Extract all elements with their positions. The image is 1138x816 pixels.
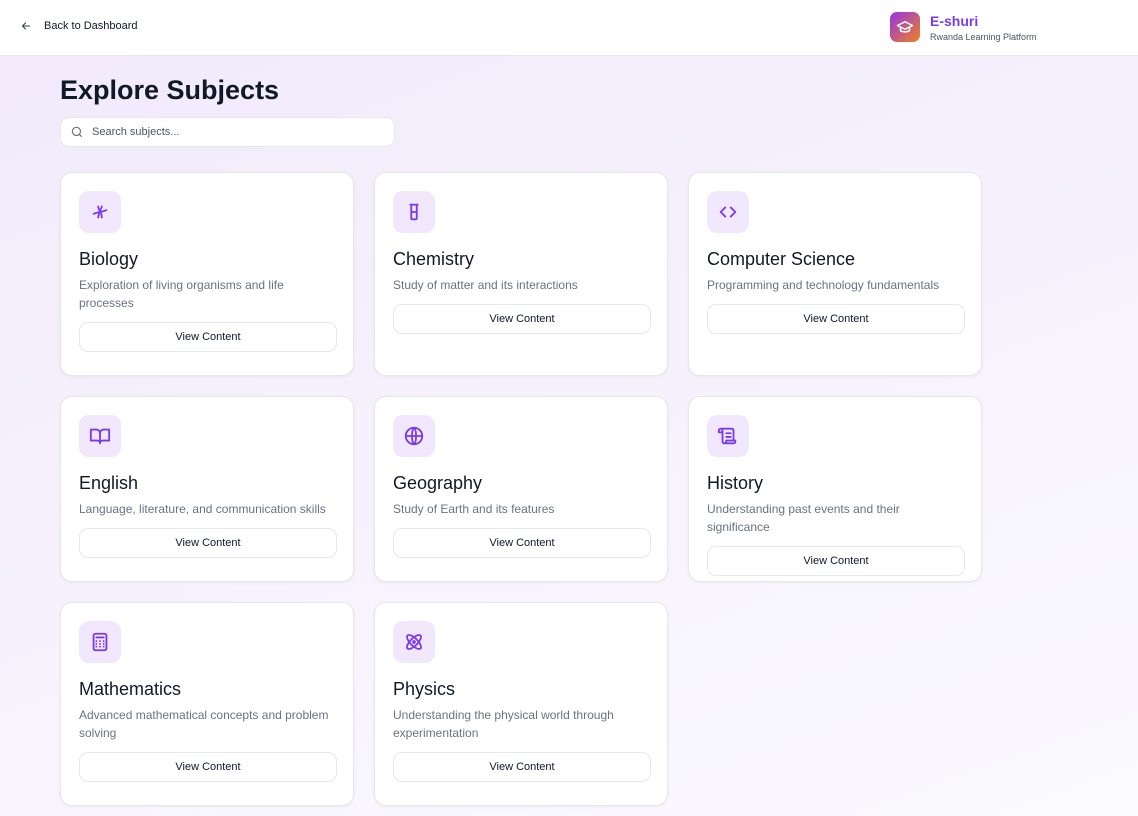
- view-content-button[interactable]: View Content: [707, 304, 965, 334]
- top-header: Back to Dashboard E-shuri Rwanda Learnin…: [0, 0, 1138, 56]
- subject-title: Computer Science: [707, 249, 856, 269]
- subject-description: Language, literature, and communication …: [79, 502, 326, 516]
- subject-description: Understanding past events and their sign…: [707, 502, 900, 534]
- subject-card-history: History Understanding past events and th…: [688, 396, 982, 582]
- brand: E-shuri Rwanda Learning Platform: [890, 12, 1037, 42]
- brand-name: E-shuri: [930, 12, 979, 29]
- atom-icon: [393, 621, 435, 663]
- search-input[interactable]: [92, 126, 372, 138]
- calculator-icon: [79, 621, 121, 663]
- arrow-left-icon: [20, 20, 32, 32]
- view-content-button[interactable]: View Content: [393, 752, 651, 782]
- globe-icon: [393, 415, 435, 457]
- view-content-button[interactable]: View Content: [707, 546, 965, 576]
- search-box[interactable]: [60, 117, 395, 147]
- subject-title: History: [707, 473, 764, 493]
- page-title: Explore Subjects: [60, 75, 280, 105]
- back-label: Back to Dashboard: [44, 20, 138, 32]
- subject-card-mathematics: Mathematics Advanced mathematical concep…: [60, 602, 354, 806]
- subject-title: Physics: [393, 679, 456, 699]
- dna-icon: [79, 191, 121, 233]
- book-open-icon: [79, 415, 121, 457]
- beaker-icon: [393, 191, 435, 233]
- subject-title: Biology: [79, 249, 139, 269]
- back-to-dashboard-link[interactable]: Back to Dashboard: [20, 20, 138, 32]
- subject-description: Advanced mathematical concepts and probl…: [79, 708, 329, 740]
- search-icon: [70, 125, 84, 139]
- subject-card-geography: Geography Study of Earth and its feature…: [374, 396, 668, 582]
- subject-title: Mathematics: [79, 679, 182, 699]
- subjects-grid: Biology Exploration of living organisms …: [60, 172, 982, 806]
- view-content-button[interactable]: View Content: [393, 304, 651, 334]
- code-icon: [707, 191, 749, 233]
- subject-card-computer-science: Computer Science Programming and technol…: [688, 172, 982, 376]
- subject-description: Exploration of living organisms and life…: [79, 278, 284, 310]
- subject-description: Study of matter and its interactions: [393, 278, 578, 292]
- subject-title: Chemistry: [393, 249, 475, 269]
- view-content-button[interactable]: View Content: [79, 528, 337, 558]
- subject-card-biology: Biology Exploration of living organisms …: [60, 172, 354, 376]
- view-content-button[interactable]: View Content: [79, 752, 337, 782]
- brand-tagline: Rwanda Learning Platform: [930, 31, 1037, 42]
- subject-title: Geography: [393, 473, 483, 493]
- subject-title: English: [79, 473, 139, 493]
- graduation-cap-icon: [890, 12, 920, 42]
- subject-description: Understanding the physical world through…: [393, 708, 614, 740]
- view-content-button[interactable]: View Content: [393, 528, 651, 558]
- subject-card-english: English Language, literature, and commun…: [60, 396, 354, 582]
- subject-card-chemistry: Chemistry Study of matter and its intera…: [374, 172, 668, 376]
- subject-description: Study of Earth and its features: [393, 502, 555, 516]
- view-content-button[interactable]: View Content: [79, 322, 337, 352]
- subject-description: Programming and technology fundamentals: [707, 278, 940, 292]
- subject-card-physics: Physics Understanding the physical world…: [374, 602, 668, 806]
- scroll-icon: [707, 415, 749, 457]
